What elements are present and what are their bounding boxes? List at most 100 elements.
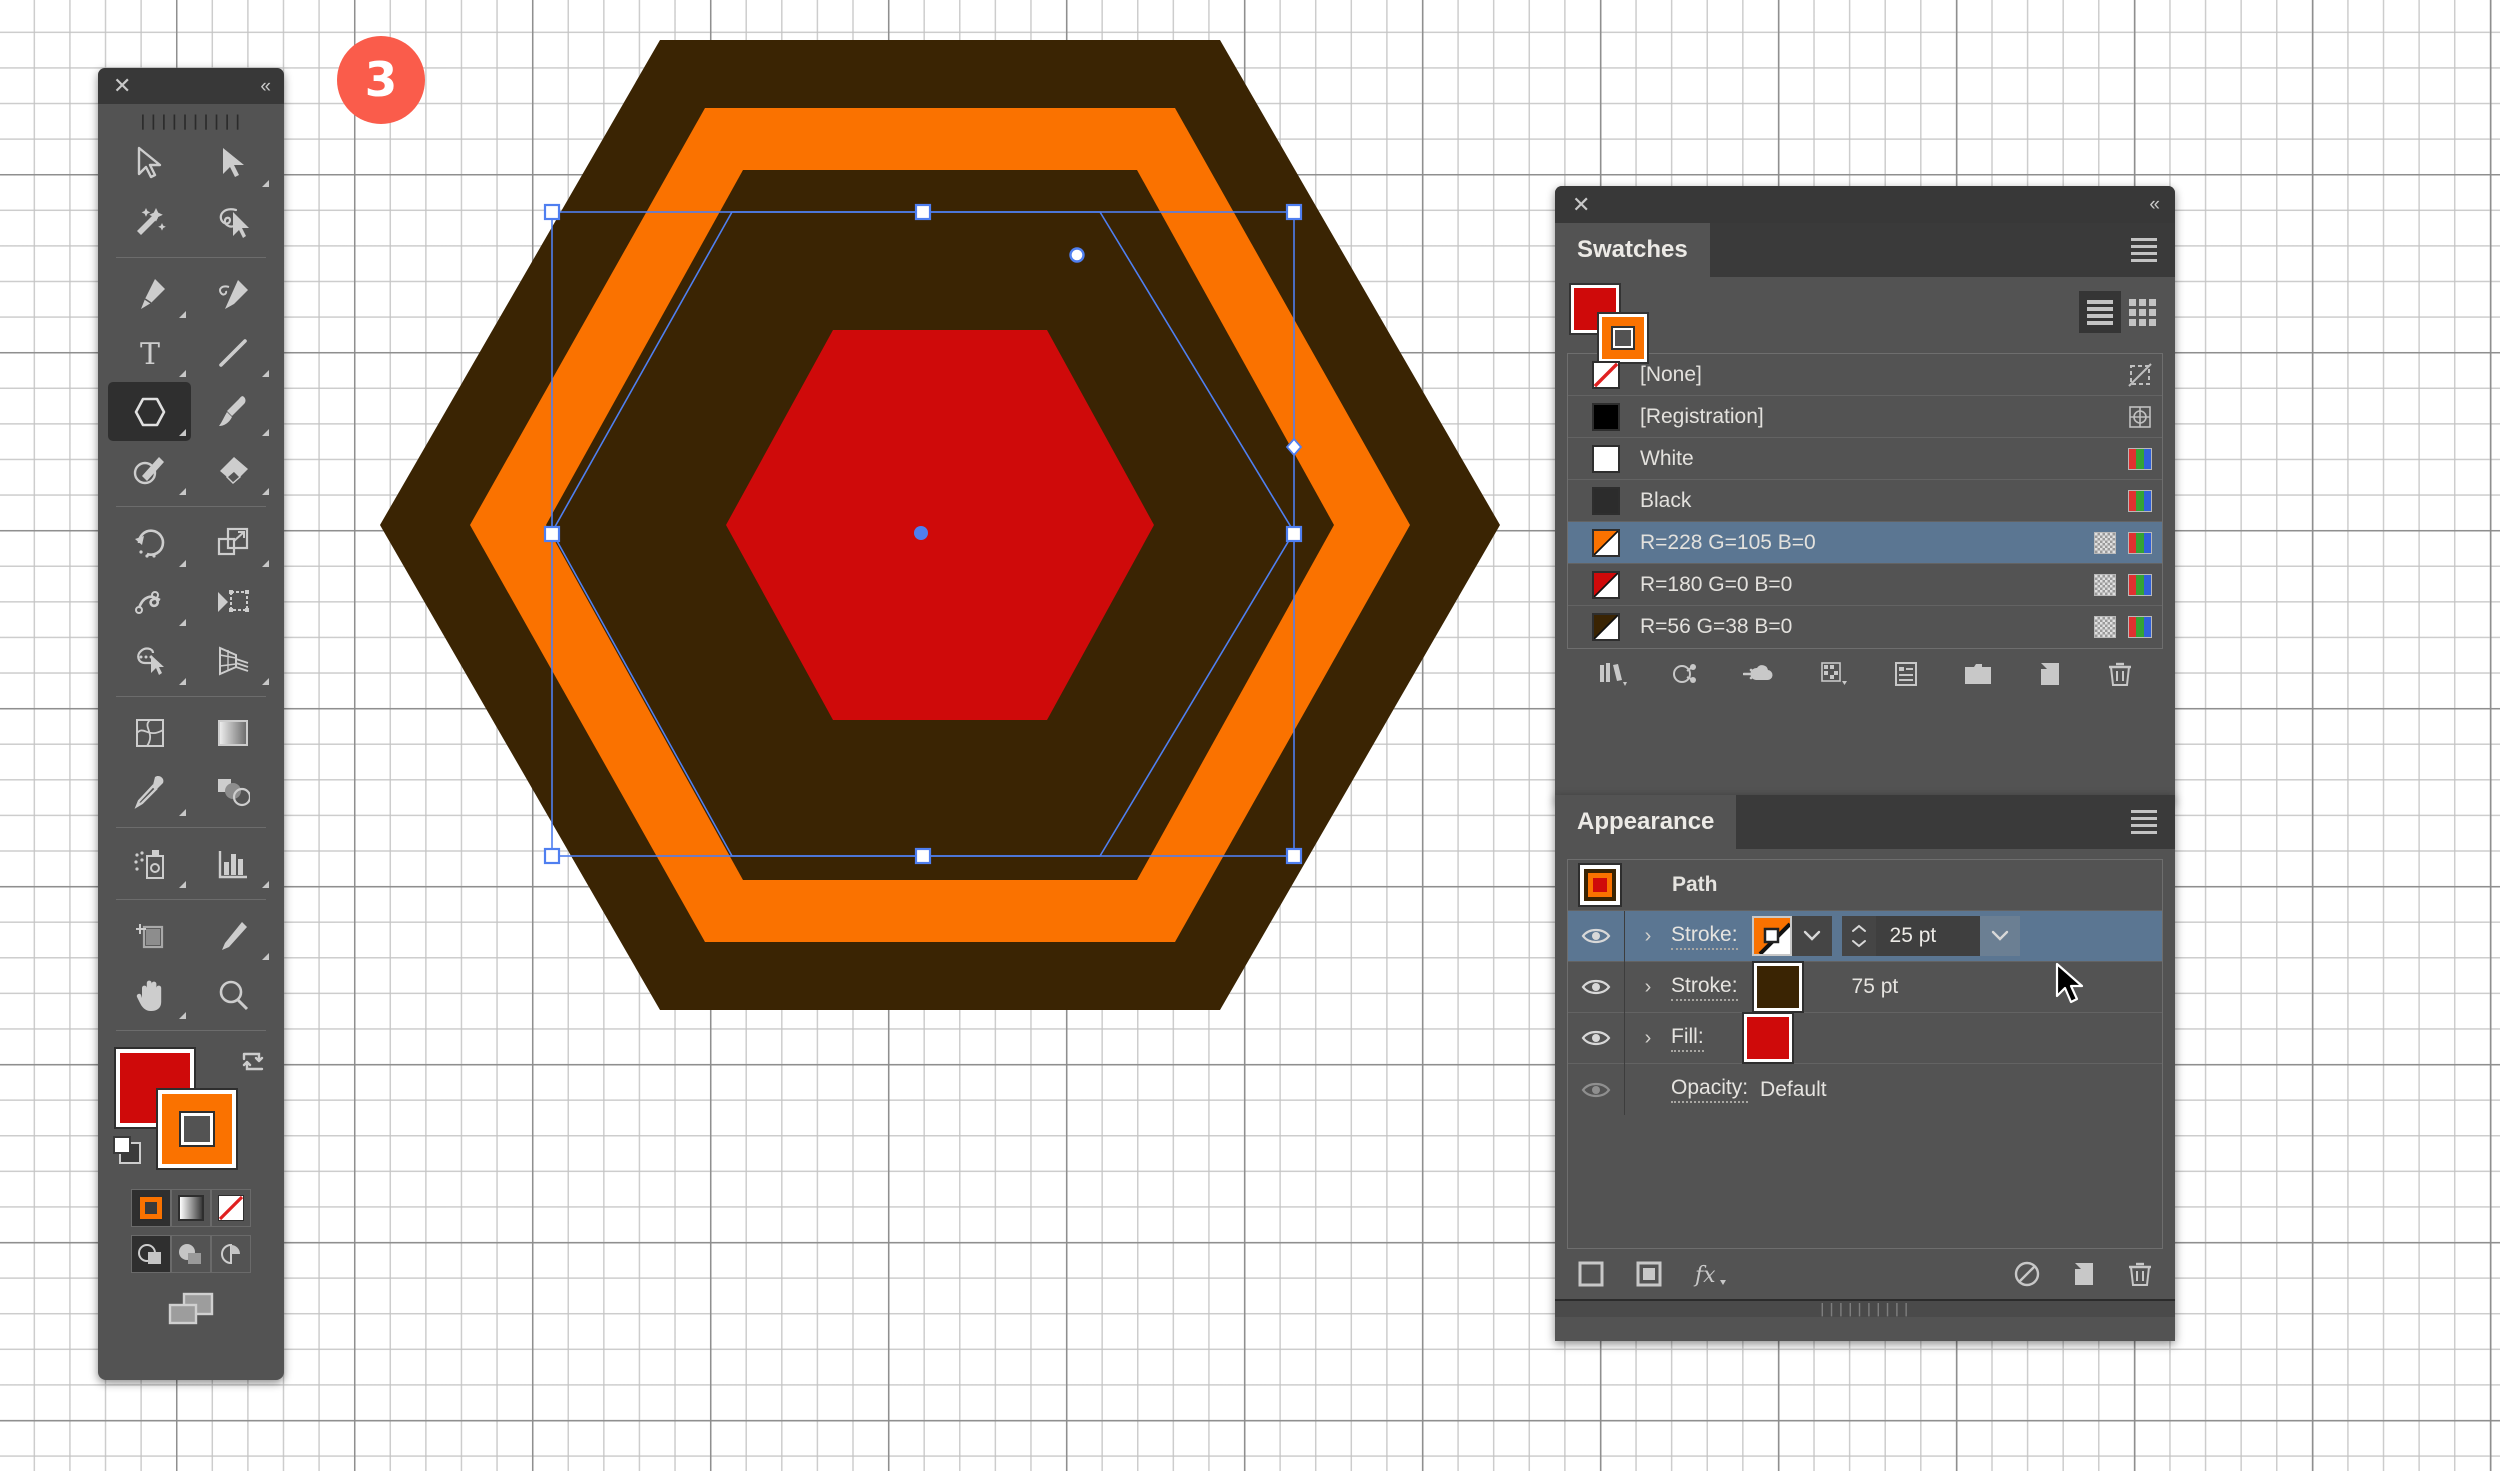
swatches-fill-stroke-indicator[interactable] (1569, 283, 1663, 364)
new-color-group-icon[interactable] (1963, 661, 1993, 687)
close-icon[interactable]: ✕ (113, 75, 131, 97)
swatch-options-icon[interactable] (1893, 660, 1919, 688)
paintbrush-tool[interactable] (191, 382, 274, 441)
shaper-tool[interactable] (108, 441, 191, 500)
stroke-weight-stepper[interactable]: 25 pt (1841, 916, 2020, 956)
chevron-down-icon[interactable] (1791, 916, 1832, 956)
selection-tool[interactable] (108, 133, 191, 192)
clear-appearance-icon[interactable] (2013, 1260, 2041, 1288)
swap-fill-stroke-icon[interactable] (240, 1051, 266, 1077)
line-segment-tool[interactable] (191, 323, 274, 382)
toolbar-drag-grip[interactable]: |||||||||| (98, 109, 284, 133)
perspective-grid-tool[interactable] (191, 631, 274, 690)
none-mode-button[interactable] (211, 1189, 251, 1227)
new-swatch-icon[interactable] (2037, 660, 2063, 688)
column-graph-tool[interactable] (191, 834, 274, 893)
artboard-tool[interactable] (108, 906, 191, 965)
swatch-row-brown[interactable]: R=56 G=38 B=0 (1568, 606, 2162, 648)
chevron-right-icon[interactable]: › (1625, 976, 1671, 999)
add-to-library-icon[interactable] (1743, 661, 1775, 687)
swatches-list[interactable]: [None] [Registration] White Black R=228 … (1567, 353, 2163, 649)
lasso-tool[interactable] (191, 192, 274, 251)
appearance-row-fill[interactable]: › Fill: (1568, 1012, 2162, 1064)
free-transform-tool[interactable] (191, 572, 274, 631)
panel-menu-icon[interactable] (2131, 238, 2157, 262)
appearance-panel[interactable]: Appearance Path › Stroke: 25 pt › Stroke… (1555, 795, 2175, 1341)
stroke-color-chip[interactable] (1751, 916, 1792, 956)
visibility-eye-icon[interactable] (1568, 1028, 1624, 1048)
visibility-eye-icon[interactable] (1568, 926, 1624, 946)
appearance-list[interactable]: Path › Stroke: 25 pt › Stroke: 75 pt › F… (1567, 859, 2163, 1249)
panel-menu-icon[interactable] (2131, 810, 2157, 834)
shape-builder-tool[interactable] (108, 631, 191, 690)
collapse-icon[interactable]: « (260, 77, 270, 96)
hexagon-artwork[interactable] (380, 40, 1500, 1040)
list-view-button[interactable] (2079, 291, 2121, 333)
fill-stroke-indicator[interactable] (98, 1037, 284, 1187)
stroke-color-swatch[interactable] (156, 1088, 238, 1170)
swatches-panel[interactable]: ✕ « Swatches [None] [Registration] White… (1555, 186, 2175, 801)
blend-tool[interactable] (191, 762, 274, 821)
stroke-color-chip[interactable] (1751, 961, 1804, 1013)
tools-panel[interactable]: ✕ « |||||||||| T (98, 68, 284, 1380)
symbol-sprayer-tool[interactable] (108, 834, 191, 893)
magic-wand-tool[interactable] (108, 192, 191, 251)
width-tool[interactable] (108, 572, 191, 631)
zoom-tool[interactable] (191, 965, 274, 1024)
eyedropper-tool[interactable] (108, 762, 191, 821)
draw-inside-button[interactable] (211, 1235, 251, 1273)
panel-resize-grip[interactable]: |||||||||| (1555, 1299, 2175, 1317)
swatch-row-red[interactable]: R=180 G=0 B=0 (1568, 564, 2162, 606)
chevron-right-icon[interactable]: › (1625, 925, 1671, 948)
curvature-tool[interactable] (191, 264, 274, 323)
add-new-stroke-icon[interactable] (1577, 1260, 1605, 1288)
visibility-eye-icon[interactable] (1568, 977, 1624, 997)
scale-tool[interactable] (191, 513, 274, 572)
swatch-row-orange[interactable]: R=228 G=105 B=0 (1568, 522, 2162, 564)
fill-color-chip[interactable] (1741, 1012, 1794, 1064)
mesh-tool[interactable] (108, 703, 191, 762)
draw-behind-button[interactable] (171, 1235, 211, 1273)
appearance-row-stroke-2[interactable]: › Stroke: 75 pt (1568, 961, 2162, 1013)
swatch-row-white[interactable]: White (1568, 438, 2162, 480)
stroke-weight-input[interactable]: 25 pt (1875, 916, 1980, 956)
slice-tool[interactable] (191, 906, 274, 965)
swatch-row-black[interactable]: Black (1568, 480, 2162, 522)
pen-tool[interactable] (108, 264, 191, 323)
rotate-tool[interactable] (108, 513, 191, 572)
type-tool[interactable]: T (108, 323, 191, 382)
add-new-fill-icon[interactable] (1635, 1260, 1663, 1288)
close-icon[interactable]: ✕ (1572, 193, 1590, 216)
tab-appearance[interactable]: Appearance (1555, 795, 1737, 849)
change-screen-mode-icon[interactable] (164, 1289, 218, 1329)
draw-normal-button[interactable] (131, 1235, 171, 1273)
swatch-kinds-menu-icon[interactable] (1819, 660, 1849, 688)
opacity-value[interactable]: Default (1760, 1078, 1827, 1102)
delete-swatch-icon[interactable] (2107, 660, 2133, 688)
grid-view-button[interactable] (2121, 291, 2163, 333)
tab-swatches[interactable]: Swatches (1555, 223, 1710, 277)
appearance-row-opacity[interactable]: Opacity: Default (1568, 1064, 2162, 1115)
direct-selection-tool[interactable] (191, 133, 274, 192)
show-color-group-icon[interactable] (1671, 660, 1699, 688)
stroke-weight-dropdown-icon[interactable] (1980, 916, 2020, 956)
gradient-tool[interactable] (191, 703, 274, 762)
color-mode-button[interactable] (131, 1189, 171, 1227)
delete-item-icon[interactable] (2127, 1260, 2153, 1288)
appearance-row-stroke-1[interactable]: › Stroke: 25 pt (1568, 910, 2162, 962)
stroke-color-dropdown[interactable] (1751, 916, 1832, 956)
duplicate-item-icon[interactable] (2071, 1260, 2097, 1288)
swatch-libraries-menu-icon[interactable] (1597, 660, 1627, 688)
swatch-row-registration[interactable]: [Registration] (1568, 396, 2162, 438)
appearance-row-path[interactable]: Path (1568, 860, 2162, 911)
gradient-mode-button[interactable] (171, 1189, 211, 1227)
stepper-arrows-icon[interactable] (1841, 916, 1876, 956)
collapse-icon[interactable]: « (2149, 195, 2159, 214)
add-new-effect-icon[interactable]: fx (1693, 1260, 1727, 1288)
hand-tool[interactable] (108, 965, 191, 1024)
visibility-eye-icon-dim[interactable] (1568, 1080, 1624, 1100)
chevron-right-icon[interactable]: › (1625, 1027, 1671, 1050)
default-fill-stroke-icon[interactable] (112, 1135, 144, 1167)
polygon-tool[interactable] (108, 382, 191, 441)
swatch-row-none[interactable]: [None] (1568, 354, 2162, 396)
